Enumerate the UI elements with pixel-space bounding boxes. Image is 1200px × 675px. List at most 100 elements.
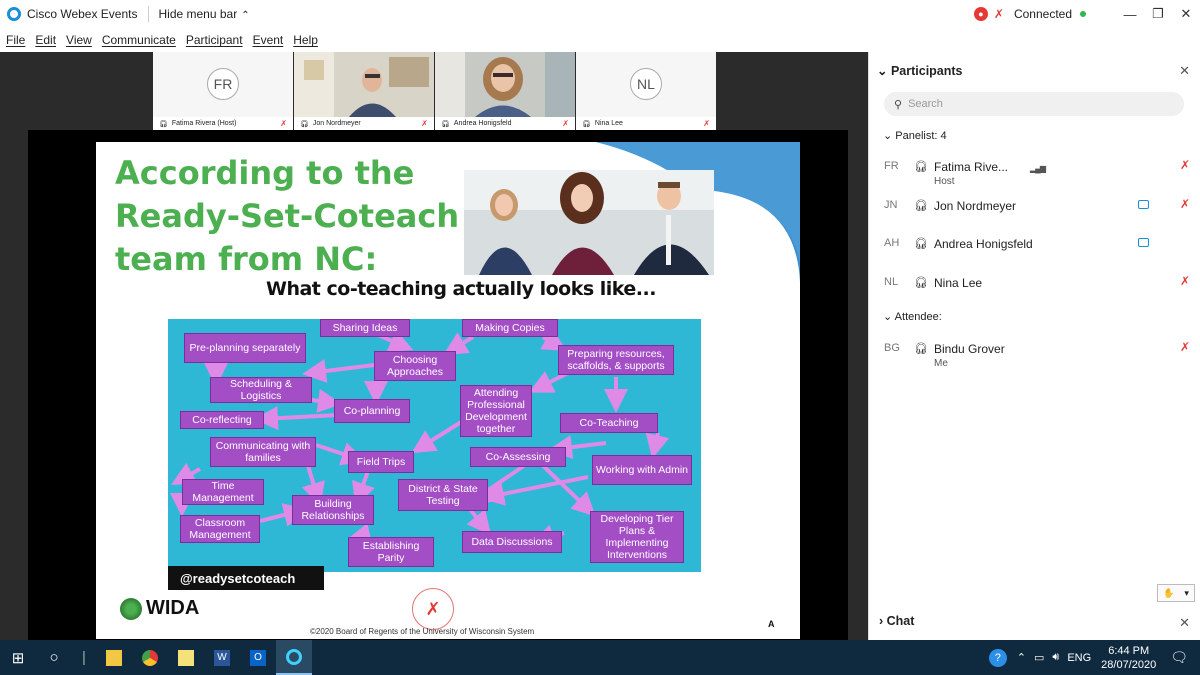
participant-row-bindu[interactable]: BG 🎧︎ Bindu Grover Me ✗ <box>884 334 1194 370</box>
raise-hand-icon[interactable]: ✋ <box>1163 588 1174 599</box>
twitter-handle: @readysetcoteach <box>168 566 324 590</box>
chevron-down-icon: ⌄ <box>883 130 896 142</box>
avatar: NL <box>884 276 899 288</box>
help-icon[interactable]: ? <box>988 648 1007 667</box>
participant-role: Host <box>934 176 955 187</box>
camera-icon <box>1138 200 1149 209</box>
more-options-icon[interactable]: ▾ <box>1184 588 1189 599</box>
box-choosing-approaches: Choosing Approaches <box>374 351 456 381</box>
mic-muted-icon: ✗ <box>562 119 569 128</box>
menu-file[interactable]: File <box>6 33 25 47</box>
box-district-testing: District & State Testing <box>398 479 488 511</box>
box-classroom-management: Classroom Management <box>180 515 260 543</box>
outlook-icon[interactable]: O <box>240 640 276 675</box>
menu-communicate[interactable]: Communicate <box>102 33 176 47</box>
participant-row-andrea[interactable]: AH 🎧︎ Andrea Honigsfeld <box>884 229 1194 265</box>
participant-name: Bindu Grover <box>934 342 1005 356</box>
sticky-notes-icon[interactable] <box>168 640 204 675</box>
chevron-down-icon: ⌄ <box>877 64 891 78</box>
task-view-icon[interactable]: | <box>72 640 96 675</box>
meeting-stage: FR 🎧︎ Fatima Rivera (Host) ✗ 🎧︎ Jon Nordmey… <box>0 52 868 640</box>
box-making-copies: Making Copies <box>462 319 558 337</box>
windows-taskbar: ⊞ ○ | W O ? ⌃ ▭ 🔊︎ ENG 6:44 PM 28/07/202… <box>0 640 1200 675</box>
participant-name: Andrea Honigsfeld <box>934 237 1033 251</box>
video-strip: FR 🎧︎ Fatima Rivera (Host) ✗ 🎧︎ Jon Nordmey… <box>153 52 717 130</box>
system-clock[interactable]: 6:44 PM 28/07/2020 <box>1101 644 1156 672</box>
slide-photo <box>464 170 714 275</box>
close-chat-icon[interactable]: ✕ <box>1179 615 1190 631</box>
video-thumb-jon[interactable]: 🎧︎ Jon Nordmeyer ✗ <box>294 52 434 130</box>
box-working-admin: Working with Admin <box>592 455 692 485</box>
menu-event[interactable]: Event <box>253 33 284 47</box>
chat-header[interactable]: › Chat <box>879 614 914 628</box>
menu-view[interactable]: View <box>66 33 92 47</box>
mic-muted-icon: ✗ <box>703 119 710 128</box>
volume-icon[interactable]: 🔊︎ <box>1052 651 1059 664</box>
video-thumb-fatima[interactable]: FR 🎧︎ Fatima Rivera (Host) ✗ <box>153 52 293 130</box>
slide-copyright: ©2020 Board of Regents of the University… <box>310 627 535 636</box>
restore-button[interactable]: ❐ <box>1144 6 1172 22</box>
menu-participant[interactable]: Participant <box>186 33 243 47</box>
notifications-icon[interactable]: 🗨︎ <box>1170 649 1188 666</box>
box-data-discussions: Data Discussions <box>462 531 562 553</box>
avatar: BG <box>884 342 900 354</box>
slide-subtitle: What co-teaching actually looks like... <box>266 278 656 300</box>
mic-muted-icon[interactable]: ✗ <box>1180 158 1190 172</box>
close-window-button[interactable]: ✕ <box>1172 6 1200 22</box>
app-title: Cisco Webex Events <box>27 7 138 21</box>
mic-muted-icon[interactable]: ✗ <box>1180 197 1190 211</box>
search-circle-icon[interactable]: ○ <box>36 640 72 675</box>
chevron-up-icon: ⌃ <box>241 10 250 21</box>
participants-header[interactable]: ⌄ Participants <box>877 63 963 78</box>
mic-muted-icon: ✗ <box>280 119 287 128</box>
presenter-muted-icon: ✗ <box>412 588 454 630</box>
signal-strength-icon: ▂▄▆ <box>1030 164 1046 173</box>
battery-icon[interactable]: ▭ <box>1034 651 1044 664</box>
close-participants-icon[interactable]: ✕ <box>1179 63 1190 79</box>
box-co-reflecting: Co-reflecting <box>180 411 264 429</box>
chrome-icon[interactable] <box>132 640 168 675</box>
search-input[interactable]: ⚲ Search <box>884 92 1184 116</box>
record-icon[interactable]: ● <box>973 7 988 21</box>
menu-edit[interactable]: Edit <box>35 33 56 47</box>
menu-help[interactable]: Help <box>293 33 318 47</box>
box-preparing-resources: Preparing resources, scaffolds, & suppor… <box>558 345 674 375</box>
participant-row-nina[interactable]: NL 🎧︎ Nina Lee ✗ <box>884 268 1194 304</box>
mic-muted-icon[interactable]: ✗ <box>994 7 1004 21</box>
panelist-group-header[interactable]: ⌄ Panelist: 4 <box>883 129 947 142</box>
tray-chevron-icon[interactable]: ⌃ <box>1017 651 1026 664</box>
participant-row-fatima[interactable]: FR 🎧︎ Fatima Rive... Host ▂▄▆ ✗ <box>884 152 1194 188</box>
participant-row-jon[interactable]: JN 🎧︎ Jon Nordmeyer ✗ <box>884 191 1194 227</box>
participant-name: Fatima Rive... <box>934 160 1009 174</box>
avatar: FR <box>884 160 899 172</box>
thumb-name: Andrea Honigsfeld <box>453 120 512 127</box>
headset-icon: 🎧︎ <box>914 277 928 289</box>
box-establishing-parity: Establishing Parity <box>348 537 434 567</box>
attendee-group-header[interactable]: ⌄ Attendee: <box>883 310 942 323</box>
mic-muted-icon: ✗ <box>421 119 428 128</box>
mic-muted-icon[interactable]: ✗ <box>1180 274 1190 288</box>
word-icon[interactable]: W <box>204 640 240 675</box>
language-indicator[interactable]: ENG <box>1067 652 1091 664</box>
headset-icon: 🎧︎ <box>914 200 928 212</box>
camera-icon <box>1138 238 1149 247</box>
windows-start-icon[interactable]: ⊞ <box>0 640 36 675</box>
thumb-name: Nina Lee <box>594 120 623 127</box>
panel-tools[interactable]: ✋ ▾ <box>1157 584 1195 602</box>
mic-muted-icon[interactable]: ✗ <box>1180 340 1190 354</box>
video-thumb-andrea[interactable]: 🎧︎ Andrea Honigsfeld ✗ <box>435 52 575 130</box>
hide-menu-bar-button[interactable]: Hide menu bar ⌃ <box>159 7 250 21</box>
participant-name: Jon Nordmeyer <box>934 199 1017 213</box>
menu-bar: File Edit View Communicate Participant E… <box>0 28 1200 52</box>
title-bar: Cisco Webex Events Hide menu bar ⌃ ● ✗ Co… <box>0 0 1200 28</box>
video-thumb-nina[interactable]: NL 🎧︎ Nina Lee ✗ <box>576 52 716 130</box>
participant-name: Nina Lee <box>934 276 983 290</box>
box-pre-planning: Pre-planning separately <box>184 333 306 363</box>
file-explorer-icon[interactable] <box>96 640 132 675</box>
connected-dot-icon <box>1080 11 1086 17</box>
minimize-button[interactable]: — <box>1116 7 1144 22</box>
avatar: AH <box>884 237 900 249</box>
video-feed-jon <box>294 52 434 117</box>
webex-taskbar-icon[interactable] <box>276 640 312 675</box>
avatar: NL <box>630 68 662 100</box>
